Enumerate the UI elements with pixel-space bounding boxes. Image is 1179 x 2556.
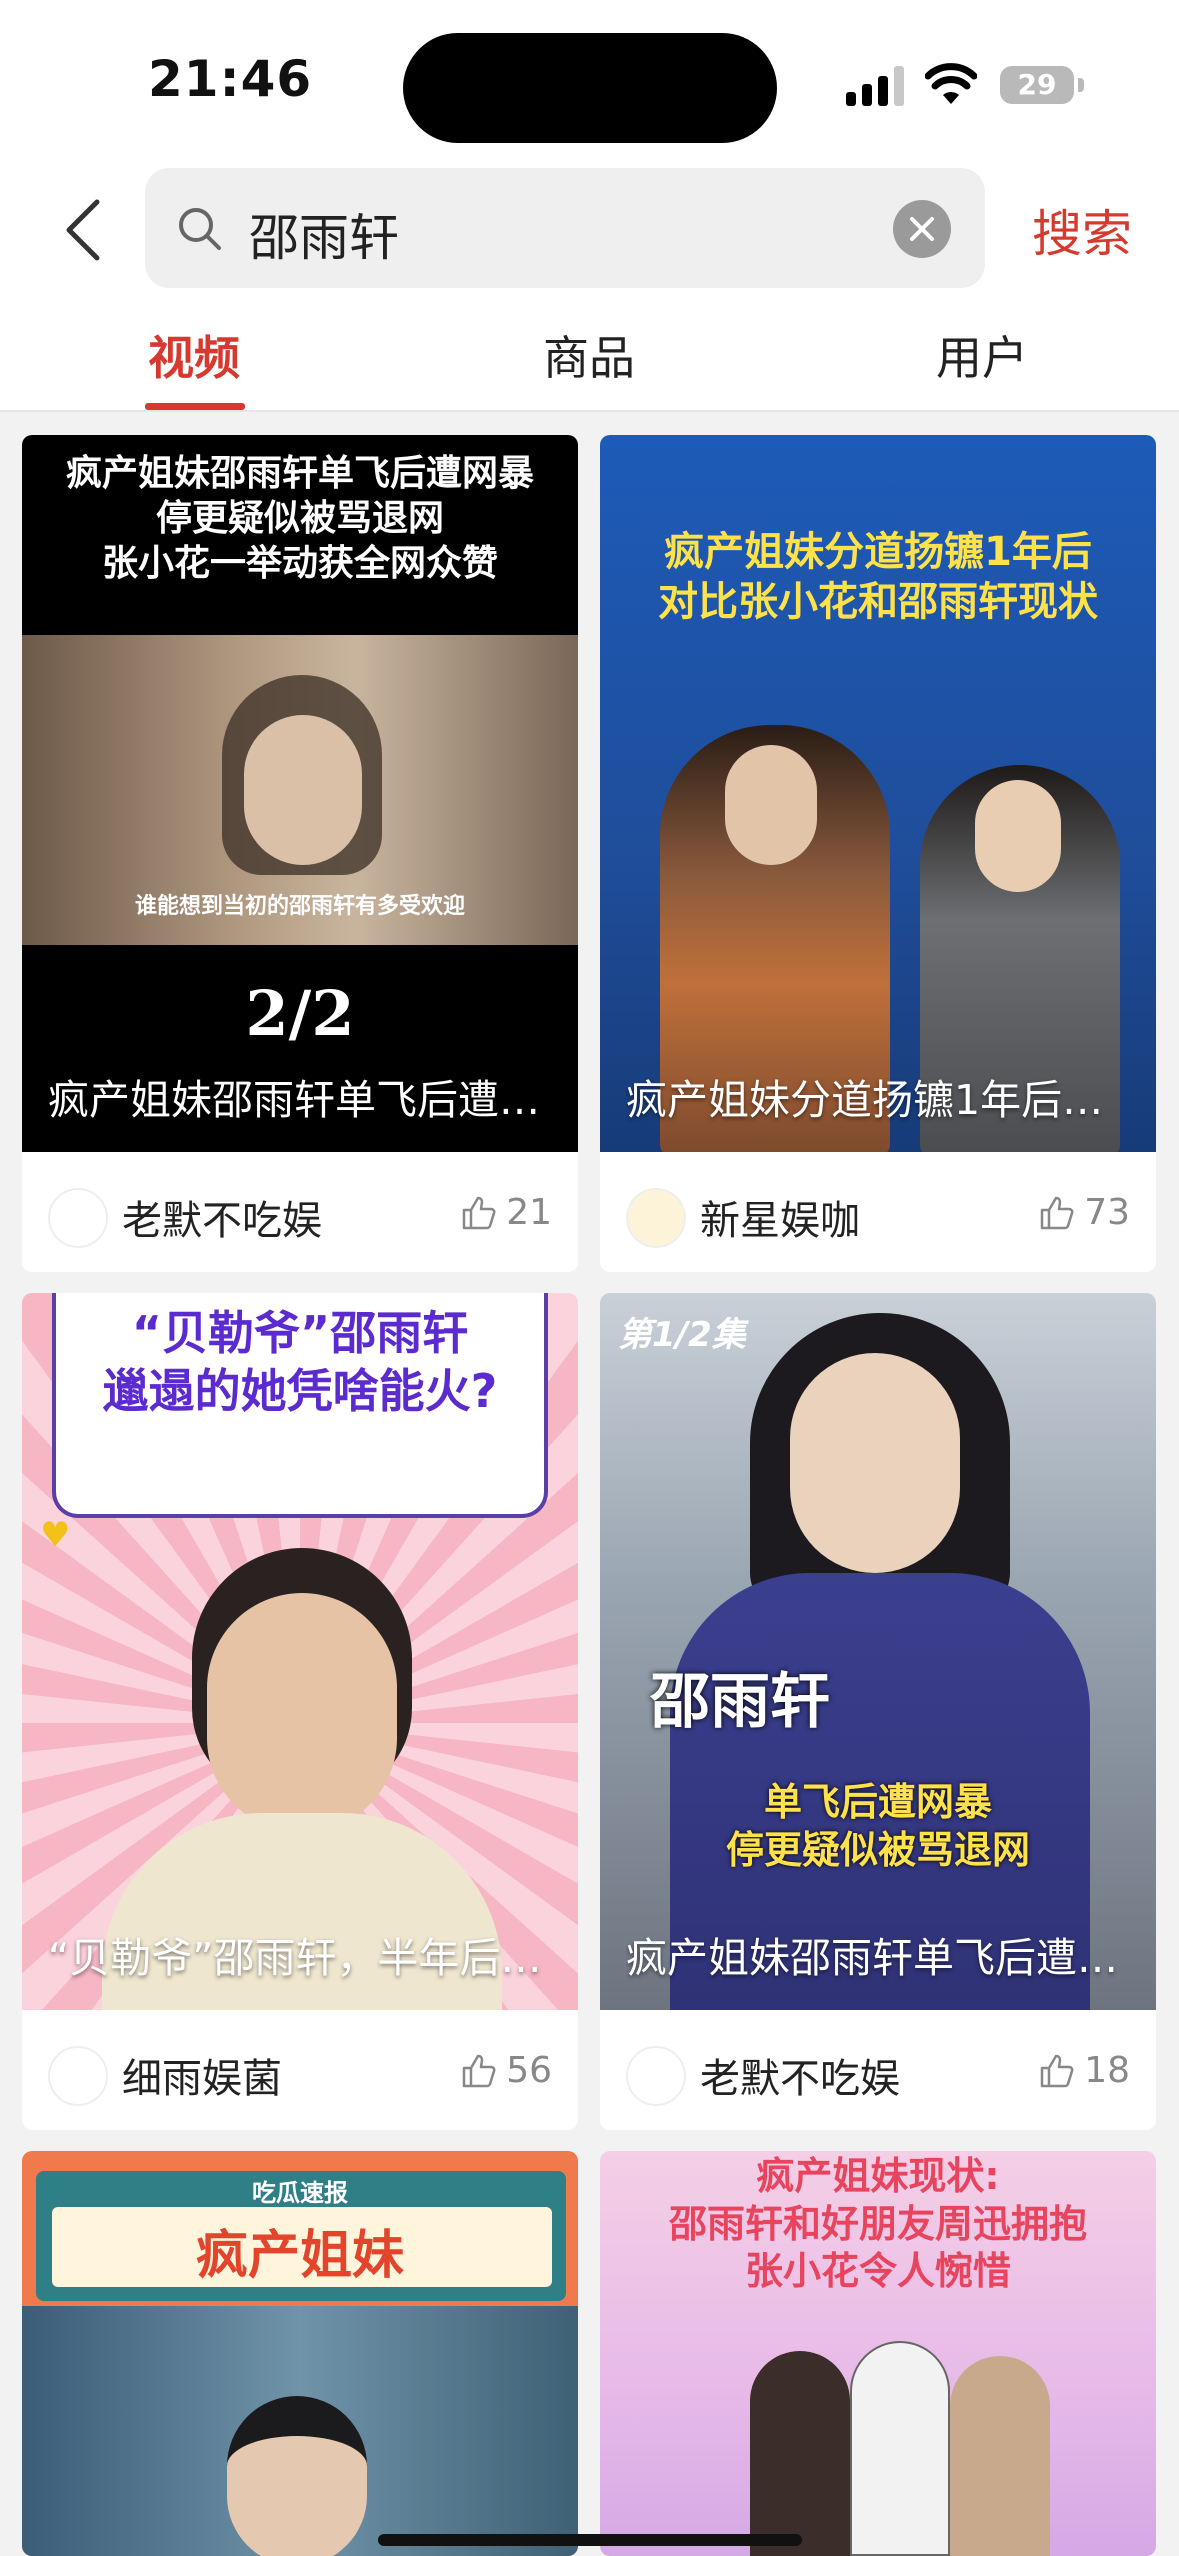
- video-thumbnail[interactable]: 疯产姐妹分道扬镳1年后 对比张小花和邵雨轩现状 疯产姐妹分道扬镳1年后对比张小花…: [600, 435, 1156, 1152]
- thumbnail-title: 疯产姐妹邵雨轩单飞后遭网暴 停更疑似被骂退网 张小花一举动获全网众赞: [22, 451, 578, 586]
- name-overlay: 邵雨轩: [650, 1667, 830, 1737]
- like-number: 21: [506, 1192, 552, 1233]
- thumbnail-title-line: 停更疑似被骂退网: [155, 498, 444, 539]
- tab-products[interactable]: 商品: [543, 322, 635, 388]
- status-time: 21:46: [148, 50, 313, 108]
- battery-icon: 29: [1000, 66, 1074, 104]
- video-card[interactable]: “贝勒爷”邵雨轩 邋遢的她凭啥能火? ♥ “贝勒爷”邵雨轩，半年后的现状 细雨娱…: [22, 1293, 578, 2130]
- thumbnail-title: 疯产姐妹现状: 邵雨轩和好朋友周迅拥抱 张小花令人惋惜: [600, 2153, 1156, 2296]
- author-name[interactable]: 新星娱咖: [700, 1188, 860, 1246]
- like-number: 18: [1084, 2050, 1130, 2091]
- video-caption: 疯产姐妹分道扬镳1年后对比张小花和邵雨轩现状: [626, 1076, 1130, 1124]
- episode-badge: 第1/2集: [618, 1315, 746, 1355]
- thumbnail-photo: 谁能想到当初的邵雨轩有多受欢迎: [22, 635, 578, 945]
- card-meta: 细雨娱菌 56: [22, 2010, 578, 2130]
- search-header: 邵雨轩 搜索: [0, 160, 1179, 300]
- thumbs-up-icon: [1040, 1196, 1074, 1229]
- thumbs-up-icon: [462, 2054, 496, 2087]
- avatar[interactable]: [626, 2046, 686, 2106]
- video-caption: “贝勒爷”邵雨轩，半年后的现状: [48, 1934, 552, 1982]
- like-count[interactable]: 56: [460, 2050, 552, 2091]
- home-indicator[interactable]: [378, 2534, 802, 2546]
- like-count[interactable]: 18: [1038, 2050, 1130, 2091]
- thumbnail-title-line: 疯产姐妹邵雨轩单飞后遭网暴: [65, 453, 534, 494]
- result-tabs: 视频 商品 用户: [0, 300, 1179, 412]
- tab-video[interactable]: 视频: [148, 322, 240, 388]
- thumbnail-title-line: 疯产姐妹分道扬镳1年后: [664, 529, 1092, 575]
- face-right: [975, 780, 1061, 892]
- thumbs-up-icon: [462, 1196, 496, 1229]
- author-name[interactable]: 老默不吃娱: [122, 1188, 322, 1246]
- video-thumbnail[interactable]: 疯产姐妹邵雨轩单飞后遭网暴 停更疑似被骂退网 张小花一举动获全网众赞 谁能想到当…: [22, 435, 578, 1152]
- thumbnail-title: 疯产姐妹分道扬镳1年后 对比张小花和邵雨轩现状: [600, 527, 1156, 627]
- video-card[interactable]: 第1/2集 邵雨轩 单飞后遭网暴 停更疑似被骂退网 疯产姐妹邵雨轩单飞后遭网暴停…: [600, 1293, 1156, 2130]
- banner-small: 吃瓜速报: [252, 2179, 348, 2207]
- like-number: 73: [1084, 1192, 1130, 1233]
- card-meta: 老默不吃娱 21: [22, 1152, 578, 1272]
- tab-users[interactable]: 用户: [936, 322, 1028, 388]
- face-shape: [227, 2396, 367, 2556]
- video-thumbnail[interactable]: 疯产姐妹现状: 邵雨轩和好朋友周迅拥抱 张小花令人惋惜: [600, 2151, 1156, 2556]
- video-card[interactable]: 疯产姐妹邵雨轩单飞后遭网暴 停更疑似被骂退网 张小花一举动获全网众赞 谁能想到当…: [22, 435, 578, 1272]
- person-right: [950, 2356, 1050, 2556]
- search-input[interactable]: 邵雨轩: [145, 168, 985, 288]
- card-meta: 新星娱咖 73: [600, 1152, 1156, 1272]
- card-meta: 老默不吃娱 18: [600, 2010, 1156, 2130]
- cellular-signal-icon: [846, 66, 904, 106]
- search-query[interactable]: 邵雨轩: [249, 198, 399, 270]
- thumbnail-title: “贝勒爷”邵雨轩 邋遢的她凭啥能火?: [22, 1305, 578, 1420]
- thumbnail-title-line: 疯产姐妹现状:: [756, 2154, 1000, 2198]
- thumbnail-title-line: 停更疑似被骂退网: [725, 1827, 1030, 1872]
- video-card[interactable]: 疯产姐妹分道扬镳1年后 对比张小花和邵雨轩现状 疯产姐妹分道扬镳1年后对比张小花…: [600, 435, 1156, 1272]
- close-icon: [910, 217, 934, 241]
- search-icon: [179, 208, 221, 250]
- thumbnail-title-line: 张小花令人惋惜: [744, 2249, 1011, 2293]
- dynamic-island: [403, 33, 777, 143]
- face-shape: [244, 715, 362, 865]
- like-number: 56: [506, 2050, 552, 2091]
- video-card[interactable]: 疯产姐妹现状: 邵雨轩和好朋友周迅拥抱 张小花令人惋惜: [600, 2151, 1156, 2556]
- author-name[interactable]: 细雨娱菌: [122, 2046, 282, 2104]
- face-shape: [790, 1353, 960, 1573]
- video-caption: 疯产姐妹邵雨轩单飞后遭网暴停更疑似被骂退网: [626, 1934, 1130, 1982]
- thumbnail-photo: [22, 2306, 578, 2556]
- thumbnail-title-line: 张小花一举动获全网众赞: [101, 543, 498, 584]
- like-count[interactable]: 21: [460, 1192, 552, 1233]
- status-bar: 21:46 29: [0, 0, 1179, 160]
- thumbs-up-icon: [1040, 2054, 1074, 2087]
- person-middle: [850, 2341, 950, 2556]
- wifi-icon: [925, 63, 977, 104]
- thumbnail-title: 单飞后遭网暴 停更疑似被骂退网: [600, 1779, 1156, 1874]
- face-left: [725, 745, 817, 865]
- thumbnail-title-line: 邵雨轩和好朋友周迅拥抱: [668, 2201, 1087, 2246]
- avatar[interactable]: [48, 2046, 108, 2106]
- like-count[interactable]: 73: [1038, 1192, 1130, 1233]
- battery-tip: [1078, 78, 1084, 92]
- face-shape: [207, 1593, 397, 1833]
- thumbnail-title-line: 对比张小花和邵雨轩现状: [658, 579, 1098, 625]
- thumbnail-subtitle: 谁能想到当初的邵雨轩有多受欢迎: [134, 894, 465, 919]
- video-thumbnail[interactable]: “贝勒爷”邵雨轩 邋遢的她凭啥能火? ♥ “贝勒爷”邵雨轩，半年后的现状: [22, 1293, 578, 2010]
- back-arrow-icon[interactable]: [55, 190, 115, 270]
- search-button[interactable]: 搜索: [1032, 194, 1132, 266]
- banner-big: 疯产姐妹: [195, 2226, 404, 2286]
- video-caption: 疯产姐妹邵雨轩单飞后遭网暴停更疑似被骂退网: [48, 1076, 552, 1124]
- active-tab-indicator: [145, 403, 245, 410]
- video-card[interactable]: 吃瓜速报 疯产姐妹: [22, 2151, 578, 2556]
- thumbnail-title-line: “贝勒爷”邵雨轩: [131, 1306, 469, 1360]
- clear-search-button[interactable]: [893, 200, 951, 258]
- avatar[interactable]: [48, 1188, 108, 1248]
- author-name[interactable]: 老默不吃娱: [700, 2046, 900, 2104]
- thumbnail-title-line: 邋遢的她凭啥能火?: [102, 1363, 498, 1418]
- person-left: [750, 2351, 850, 2556]
- avatar[interactable]: [626, 1188, 686, 1248]
- video-thumbnail[interactable]: 吃瓜速报 疯产姐妹: [22, 2151, 578, 2556]
- page-marker: 2/2: [245, 977, 355, 1050]
- video-thumbnail[interactable]: 第1/2集 邵雨轩 单飞后遭网暴 停更疑似被骂退网 疯产姐妹邵雨轩单飞后遭网暴停…: [600, 1293, 1156, 2010]
- thumbnail-title-line: 单飞后遭网暴: [763, 1780, 992, 1824]
- heart-icon: ♥: [40, 1515, 71, 1555]
